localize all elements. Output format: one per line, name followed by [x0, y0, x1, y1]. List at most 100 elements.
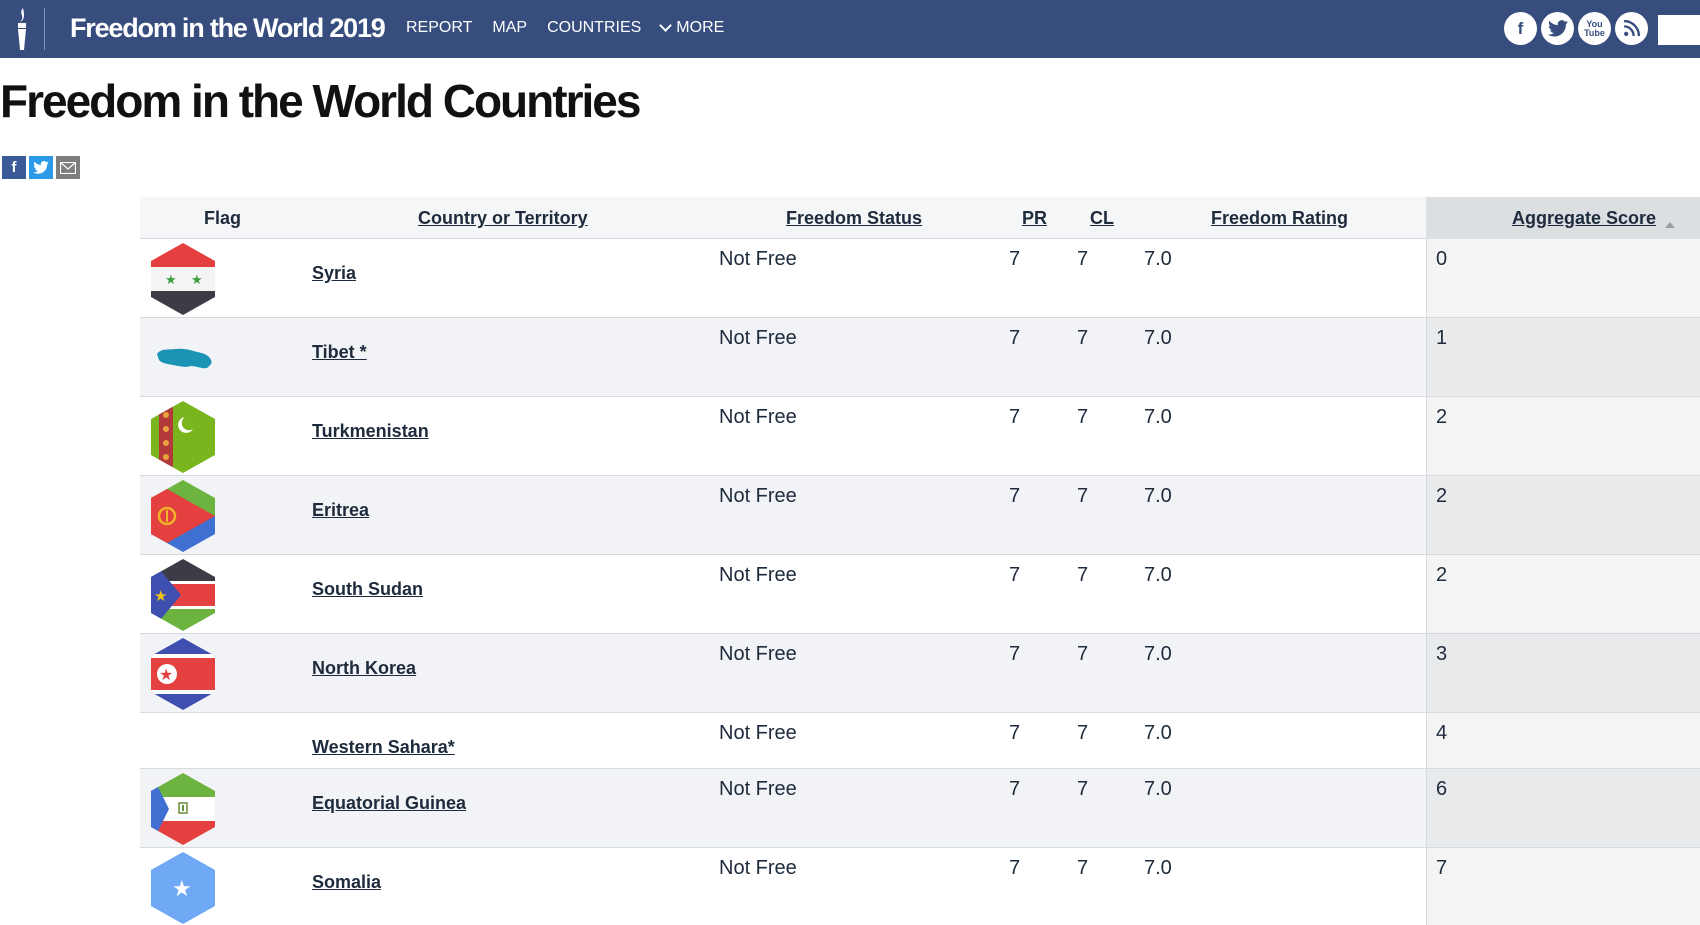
- table-row: ★ ★ Syria Not Free 7 7 7.0 0: [140, 239, 1700, 318]
- freedom-status: Not Free: [719, 857, 797, 879]
- country-link[interactable]: South Sudan: [312, 579, 423, 600]
- nav-more-label: MORE: [676, 19, 725, 36]
- nav-report[interactable]: REPORT: [406, 19, 472, 37]
- freedom-rating: 7.0: [1144, 327, 1172, 349]
- freedom-status: Not Free: [719, 722, 797, 744]
- svg-text:★: ★: [172, 877, 192, 902]
- pr-value: 7: [1009, 643, 1021, 665]
- score-cell-background: [1426, 476, 1700, 554]
- score-cell-background: [1426, 397, 1700, 475]
- sort-ascending-icon[interactable]: [1665, 222, 1675, 228]
- cl-value: 7: [1077, 485, 1089, 507]
- country-link[interactable]: Turkmenistan: [312, 421, 429, 442]
- youtube-icon[interactable]: You Tube: [1578, 12, 1611, 45]
- svg-text:★: ★: [159, 665, 173, 684]
- column-header-status[interactable]: Freedom Status: [786, 208, 922, 229]
- score-cell-background: [1426, 634, 1700, 712]
- share-buttons: f: [2, 156, 80, 179]
- freedom-rating: 7.0: [1144, 722, 1172, 744]
- column-header-rating[interactable]: Freedom Rating: [1211, 208, 1348, 229]
- column-header-cl[interactable]: CL: [1090, 208, 1114, 229]
- cl-value: 7: [1077, 643, 1089, 665]
- nav-countries[interactable]: COUNTRIES: [547, 19, 641, 37]
- nav-more[interactable]: MORE: [659, 18, 725, 37]
- search-input[interactable]: [1658, 15, 1700, 45]
- twitter-icon[interactable]: [1541, 12, 1574, 45]
- score-cell-background: [1426, 713, 1700, 768]
- country-link[interactable]: Eritrea: [312, 500, 369, 521]
- freedom-status: Not Free: [719, 643, 797, 665]
- aggregate-score: 2: [1436, 406, 1448, 428]
- aggregate-score: 0: [1436, 248, 1448, 270]
- table-row: Eritrea Not Free 7 7 7.0 2: [140, 476, 1700, 555]
- aggregate-score: 3: [1436, 643, 1448, 665]
- score-cell-background: [1426, 318, 1700, 396]
- freedom-status: Not Free: [719, 778, 797, 800]
- column-header-country[interactable]: Country or Territory: [418, 208, 588, 229]
- cl-value: 7: [1077, 778, 1089, 800]
- logo-divider: [44, 8, 45, 50]
- freedom-status: Not Free: [719, 406, 797, 428]
- aggregate-score: 1: [1436, 327, 1448, 349]
- table-row: ★ South Sudan Not Free 7 7 7.0 2: [140, 555, 1700, 634]
- somalia-flag-icon: ★: [151, 852, 215, 924]
- svg-text:★: ★: [165, 273, 177, 288]
- country-link[interactable]: Equatorial Guinea: [312, 793, 466, 814]
- south-sudan-flag-icon: ★: [151, 559, 215, 631]
- torch-logo-icon[interactable]: [12, 6, 32, 52]
- table-row: Turkmenistan Not Free 7 7 7.0 2: [140, 397, 1700, 476]
- freedom-status: Not Free: [719, 485, 797, 507]
- pr-value: 7: [1009, 485, 1021, 507]
- facebook-icon[interactable]: f: [1504, 12, 1537, 45]
- column-header-pr[interactable]: PR: [1022, 208, 1047, 229]
- table-header: Flag Country or Territory Freedom Status…: [140, 197, 1700, 239]
- freedom-rating: 7.0: [1144, 778, 1172, 800]
- column-header-score[interactable]: Aggregate Score: [1512, 208, 1656, 229]
- table-row: ★ North Korea Not Free 7 7 7.0 3: [140, 634, 1700, 713]
- aggregate-score: 4: [1436, 722, 1448, 744]
- svg-text:★: ★: [154, 587, 167, 605]
- page-title: Freedom in the World Countries: [0, 75, 641, 127]
- freedom-status: Not Free: [719, 564, 797, 586]
- main-nav: REPORT MAP COUNTRIES MORE: [406, 18, 725, 37]
- twitter-share-icon[interactable]: [29, 156, 53, 179]
- aggregate-score: 2: [1436, 564, 1448, 586]
- pr-value: 7: [1009, 857, 1021, 879]
- country-link[interactable]: Somalia: [312, 872, 381, 893]
- countries-table: Flag Country or Territory Freedom Status…: [140, 197, 1700, 925]
- site-title[interactable]: Freedom in the World 2019: [70, 13, 386, 44]
- svg-text:★: ★: [191, 273, 203, 288]
- pr-value: 7: [1009, 722, 1021, 744]
- north-korea-flag-icon: ★: [151, 638, 215, 710]
- equatorial-guinea-flag-icon: [151, 773, 215, 845]
- freedom-rating: 7.0: [1144, 857, 1172, 879]
- score-cell-background: [1426, 848, 1700, 925]
- table-row: ★ Somalia Not Free 7 7 7.0 7: [140, 848, 1700, 925]
- aggregate-score: 6: [1436, 778, 1448, 800]
- syria-flag-icon: ★ ★: [151, 243, 215, 315]
- pr-value: 7: [1009, 406, 1021, 428]
- country-link[interactable]: Syria: [312, 263, 356, 284]
- nav-map[interactable]: MAP: [492, 19, 527, 37]
- score-cell-background: [1426, 555, 1700, 633]
- pr-value: 7: [1009, 564, 1021, 586]
- cl-value: 7: [1077, 248, 1089, 270]
- tibet-map-icon: [157, 348, 212, 369]
- chevron-down-icon: [659, 18, 673, 32]
- aggregate-score: 7: [1436, 857, 1448, 879]
- rss-icon[interactable]: [1615, 12, 1648, 45]
- country-link[interactable]: Tibet *: [312, 342, 367, 363]
- turkmenistan-flag-icon: [151, 401, 215, 473]
- cl-value: 7: [1077, 722, 1089, 744]
- facebook-share-icon[interactable]: f: [2, 156, 26, 179]
- country-link[interactable]: North Korea: [312, 658, 416, 679]
- social-links: f You Tube: [1504, 12, 1648, 45]
- top-navbar: Freedom in the World 2019 REPORT MAP COU…: [0, 0, 1700, 58]
- cl-value: 7: [1077, 406, 1089, 428]
- email-share-icon[interactable]: [56, 156, 80, 179]
- cl-value: 7: [1077, 327, 1089, 349]
- freedom-status: Not Free: [719, 327, 797, 349]
- eritrea-flag-icon: [151, 480, 215, 552]
- country-link[interactable]: Western Sahara*: [312, 737, 455, 758]
- column-header-flag: Flag: [204, 208, 242, 228]
